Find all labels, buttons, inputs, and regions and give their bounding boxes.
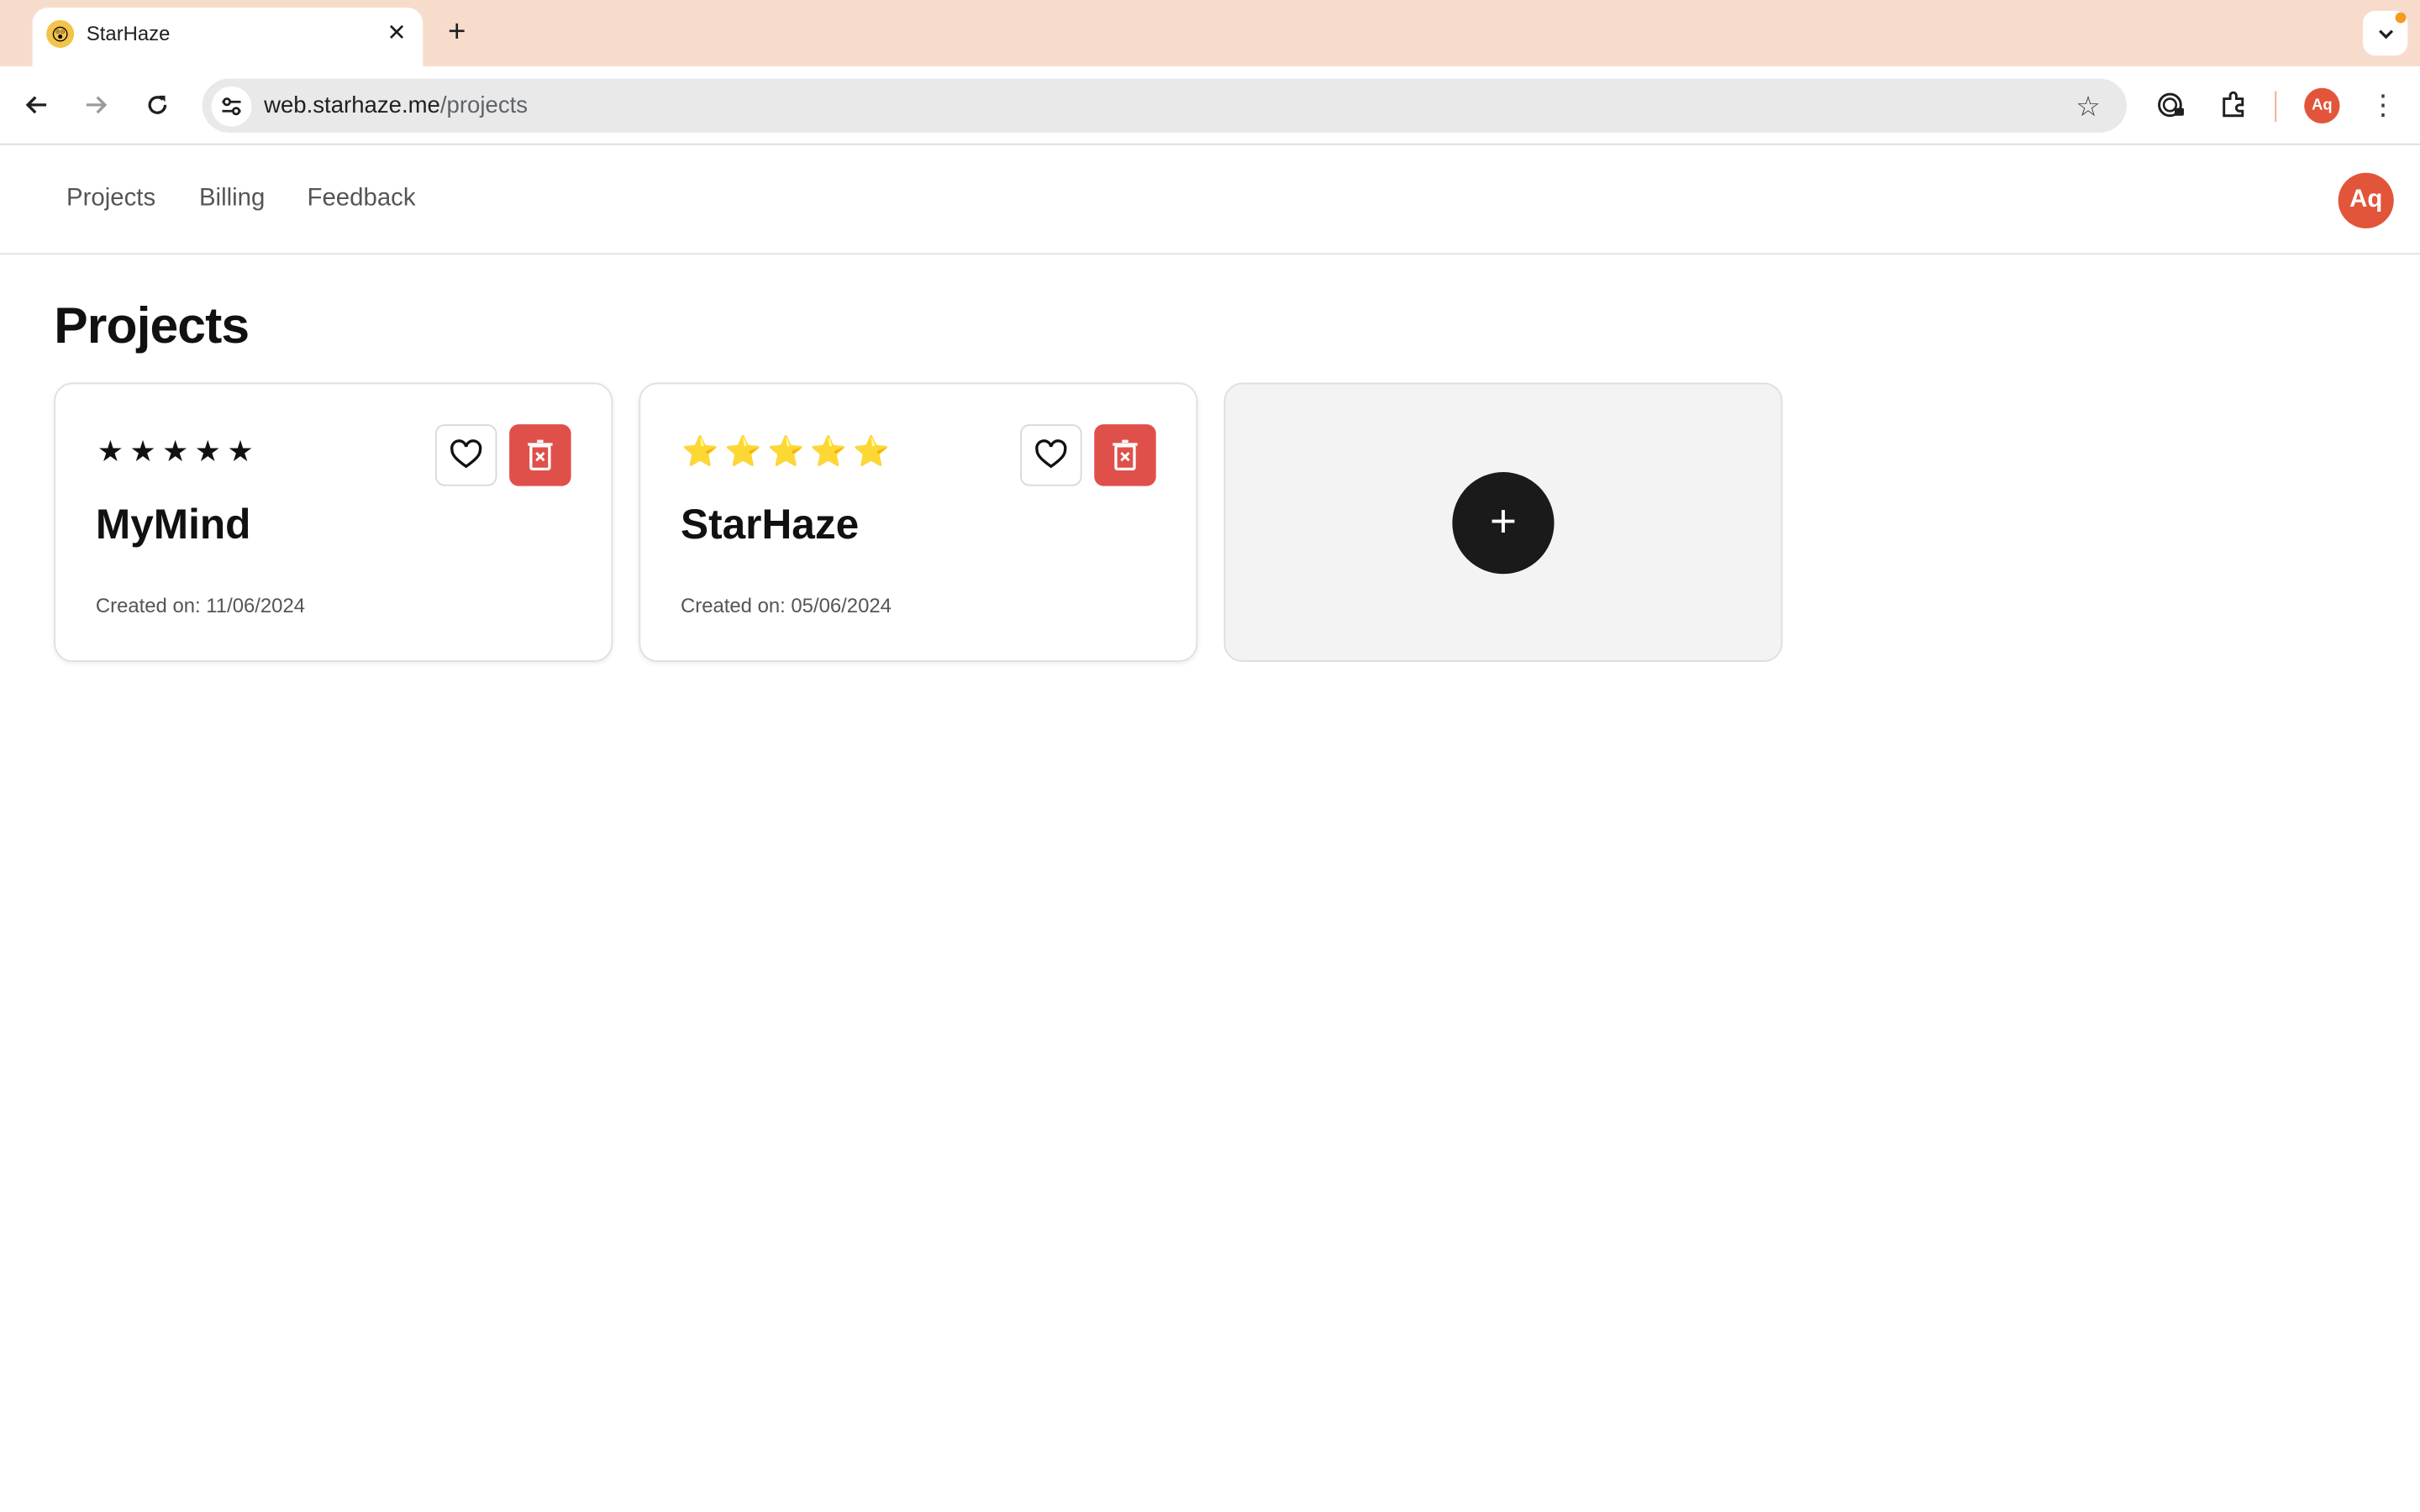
url-text: web.starhaze.me/projects (264, 92, 529, 119)
extensions-puzzle-icon[interactable] (2215, 87, 2252, 123)
app-header: Projects Billing Feedback Aq (0, 146, 2420, 255)
forward-button[interactable] (76, 85, 116, 125)
add-project-card[interactable]: + (1223, 382, 1783, 662)
project-name: StarHaze (680, 501, 860, 549)
star-icon: ★ (97, 436, 124, 470)
star-icon: ★ (194, 436, 221, 470)
trash-icon (528, 439, 553, 471)
add-project-button[interactable]: + (1452, 472, 1555, 575)
delete-button[interactable] (1094, 424, 1156, 486)
star-icon: ⭐ (724, 436, 762, 470)
project-card-mymind[interactable]: ★ ★ ★ ★ ★ MyMind Created on: 11/06/2024 (54, 382, 613, 662)
close-icon[interactable]: ✕ (381, 17, 413, 48)
back-button[interactable] (17, 85, 57, 125)
tab-favicon-icon: 😲 (46, 19, 75, 48)
arrow-left-icon (25, 96, 47, 114)
nav-link-billing[interactable]: Billing (199, 185, 265, 213)
star-icon: ★ (162, 436, 189, 470)
bookmark-star-icon[interactable]: ☆ (2071, 90, 2105, 123)
plus-icon: + (1489, 496, 1518, 549)
star-icon: ⭐ (767, 436, 804, 470)
star-icon: ★ (227, 436, 254, 470)
browser-profile-avatar[interactable]: Aq (2304, 87, 2340, 123)
tune-icon (222, 97, 241, 116)
heart-icon (450, 439, 482, 469)
kebab-menu-icon[interactable]: ⋮ (2366, 87, 2400, 123)
arrow-right-icon (86, 96, 108, 114)
password-manager-icon[interactable] (2153, 87, 2190, 123)
new-tab-button[interactable]: + (439, 14, 473, 49)
browser-tabstrip: 😲 StarHaze ✕ + (0, 0, 2420, 66)
star-icon: ⭐ (810, 436, 847, 470)
favorite-button[interactable] (1020, 424, 1082, 486)
browser-tab[interactable]: 😲 StarHaze ✕ (32, 8, 424, 66)
star-icon: ⭐ (681, 436, 719, 470)
reload-button[interactable] (137, 85, 177, 125)
notification-dot (2395, 12, 2407, 24)
heart-icon (1035, 439, 1067, 469)
rating-stars: ⭐ ⭐ ⭐ ⭐ ⭐ (682, 438, 890, 470)
project-created-date: Created on: 11/06/2024 (95, 594, 306, 617)
rating-stars: ★ ★ ★ ★ ★ (97, 438, 254, 470)
user-avatar[interactable]: Aq (2338, 172, 2394, 228)
page-title: Projects (54, 296, 250, 354)
project-created-date: Created on: 05/06/2024 (680, 594, 892, 617)
star-icon: ★ (129, 436, 156, 470)
chevron-down-icon (2378, 29, 2393, 39)
site-info-button[interactable] (211, 86, 252, 127)
project-card-starhaze[interactable]: ⭐ ⭐ ⭐ ⭐ ⭐ StarHaze Created on: 05/06/202… (639, 382, 1198, 662)
reload-icon (148, 95, 167, 114)
trash-icon (1113, 439, 1138, 471)
nav-link-feedback[interactable]: Feedback (308, 185, 416, 213)
nav-link-projects[interactable]: Projects (66, 185, 155, 213)
star-icon: ⭐ (853, 436, 890, 470)
toolbar-separator (2275, 91, 2277, 123)
delete-button[interactable] (509, 424, 571, 486)
tab-search-button[interactable] (2363, 10, 2408, 56)
address-bar[interactable]: web.starhaze.me/projects ☆ (202, 78, 2128, 133)
favorite-button[interactable] (434, 424, 497, 486)
browser-toolbar: web.starhaze.me/projects ☆ Aq ⋮ (0, 66, 2420, 145)
tab-title: StarHaze (86, 21, 171, 45)
project-name: MyMind (95, 501, 251, 549)
